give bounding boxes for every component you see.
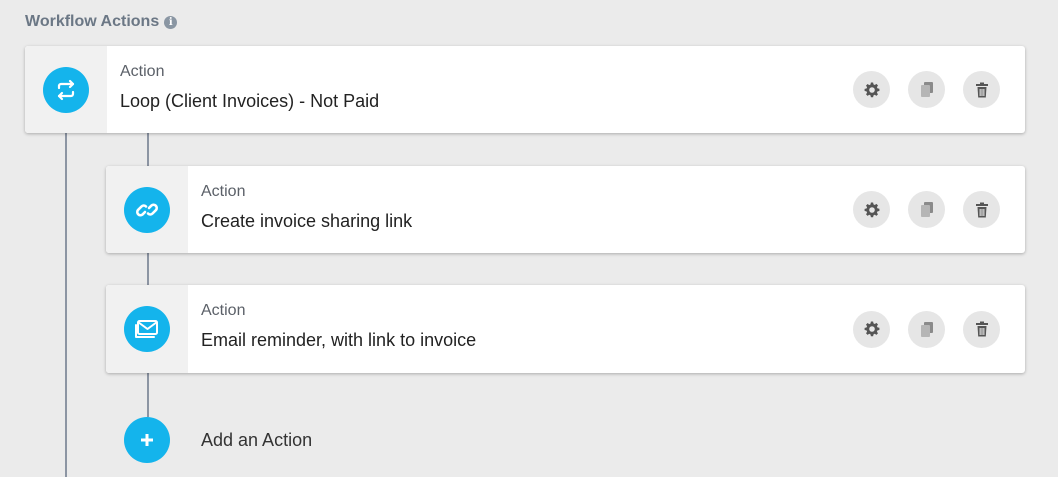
settings-button[interactable] [853,191,890,228]
loop-icon [43,66,89,113]
add-action-row: Add an Action [124,417,312,463]
gear-icon [864,202,879,217]
section-title: Workflow Actions i [25,13,178,31]
copy-icon [920,202,933,217]
link-icon [124,186,170,233]
duplicate-button[interactable] [908,191,945,228]
connector-line-main [65,133,67,477]
settings-button[interactable] [853,310,890,348]
copy-icon [920,321,933,337]
action-icon-column [106,285,188,373]
info-icon[interactable]: i [164,15,178,29]
duplicate-button[interactable] [908,71,945,108]
action-kind-label: Action [201,183,246,200]
gear-icon [864,321,879,337]
action-kind-label: Action [201,302,246,319]
trash-icon [975,202,988,217]
action-kind-label: Action [120,63,165,80]
duplicate-button[interactable] [908,310,945,348]
delete-button[interactable] [963,310,1000,348]
action-icon-column [25,46,107,133]
connector-line-1 [147,133,149,166]
action-card-email[interactable]: Action Email reminder, with link to invo… [106,285,1025,373]
connector-line-3 [147,373,149,417]
action-icon-column [106,166,188,253]
action-card-loop[interactable]: Action Loop (Client Invoices) - Not Paid [25,46,1025,133]
connector-line-2 [147,253,149,285]
plus-icon [141,434,153,446]
trash-icon [975,321,988,337]
add-action-label[interactable]: Add an Action [201,430,312,451]
gear-icon [864,82,879,97]
delete-button[interactable] [963,191,1000,228]
delete-button[interactable] [963,71,1000,108]
trash-icon [975,82,988,97]
section-title-label: Workflow Actions [25,13,160,30]
action-title: Loop (Client Invoices) - Not Paid [120,91,380,111]
action-title: Email reminder, with link to invoice [201,330,477,350]
add-action-button[interactable] [124,417,170,463]
action-title: Create invoice sharing link [201,211,413,231]
copy-icon [920,82,933,97]
email-icon [124,306,170,352]
settings-button[interactable] [853,71,890,108]
action-card-link[interactable]: Action Create invoice sharing link [106,166,1025,253]
